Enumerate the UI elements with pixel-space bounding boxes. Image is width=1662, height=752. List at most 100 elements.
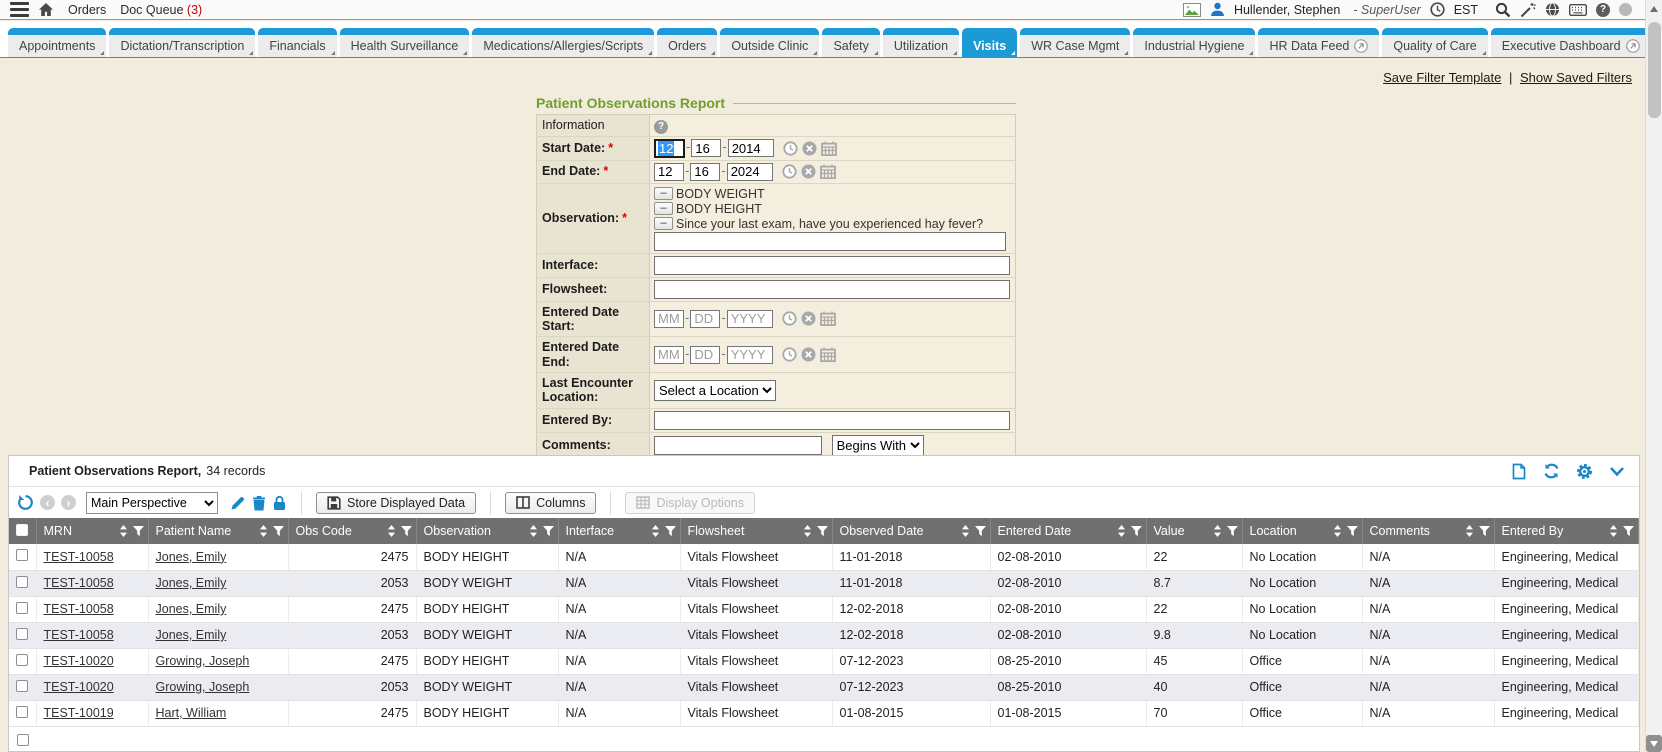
row-checkbox[interactable] bbox=[17, 734, 29, 746]
help-icon[interactable]: ? bbox=[1596, 3, 1610, 17]
patient-name-link[interactable]: Hart, William bbox=[156, 706, 227, 720]
row-checkbox[interactable] bbox=[16, 602, 28, 614]
end-date-month-input[interactable] bbox=[654, 163, 684, 181]
tab-outside-clinic[interactable]: Outside Clinic bbox=[720, 28, 819, 57]
row-checkbox[interactable] bbox=[16, 706, 28, 718]
sort-icon[interactable] bbox=[1333, 525, 1342, 537]
sort-icon[interactable] bbox=[651, 525, 660, 537]
entered-by-input[interactable] bbox=[654, 411, 1010, 430]
sort-icon[interactable] bbox=[961, 525, 970, 537]
mrn-link[interactable]: TEST-10020 bbox=[44, 654, 114, 668]
tab-safety[interactable]: Safety bbox=[822, 28, 879, 57]
tab-financials[interactable]: Financials bbox=[258, 28, 336, 57]
tab-medications-allergies-scripts[interactable]: Medications/Allergies/Scripts bbox=[472, 28, 654, 57]
sort-icon[interactable] bbox=[1609, 525, 1618, 537]
row-checkbox[interactable] bbox=[16, 628, 28, 640]
next-perspective-icon[interactable]: › bbox=[61, 495, 76, 510]
columns-button[interactable]: Columns bbox=[505, 492, 596, 514]
mrn-link[interactable]: TEST-10058 bbox=[44, 628, 114, 642]
scrollbar-thumb[interactable] bbox=[1648, 22, 1661, 118]
home-icon[interactable] bbox=[38, 2, 54, 17]
page-scrollbar[interactable] bbox=[1645, 0, 1662, 752]
filter-icon[interactable] bbox=[543, 526, 554, 537]
mrn-link[interactable]: TEST-10019 bbox=[44, 706, 114, 720]
start-date-month-input[interactable]: 12 bbox=[654, 139, 685, 158]
clear-date-icon[interactable] bbox=[802, 141, 817, 156]
settings-gear-icon[interactable] bbox=[1576, 463, 1593, 480]
start-date-year-input[interactable] bbox=[728, 139, 774, 157]
tab-dictation-transcription[interactable]: Dictation/Transcription bbox=[109, 28, 255, 57]
remove-observation-button[interactable]: – bbox=[654, 217, 673, 230]
previous-perspective-icon[interactable]: ‹ bbox=[40, 495, 55, 510]
patient-name-link[interactable]: Jones, Emily bbox=[156, 602, 227, 616]
entered-date-end-month-input[interactable] bbox=[654, 346, 684, 364]
entered-date-end-year-input[interactable] bbox=[727, 346, 773, 364]
filter-icon[interactable] bbox=[1623, 526, 1634, 537]
time-picker-icon[interactable] bbox=[783, 141, 798, 156]
collapse-chevron-icon[interactable] bbox=[1609, 466, 1625, 477]
entered-date-end-day-input[interactable] bbox=[690, 346, 720, 364]
filter-icon[interactable] bbox=[273, 526, 284, 537]
clear-date-icon[interactable] bbox=[801, 311, 816, 326]
wand-icon[interactable] bbox=[1520, 2, 1536, 18]
reset-view-icon[interactable] bbox=[17, 494, 34, 511]
entered-date-start-year-input[interactable] bbox=[727, 310, 773, 328]
tab-appointments[interactable]: Appointments bbox=[8, 28, 106, 57]
calendar-icon[interactable] bbox=[820, 347, 836, 362]
filter-icon[interactable] bbox=[1131, 526, 1142, 537]
comments-match-select[interactable]: Begins With bbox=[832, 435, 924, 456]
clear-date-icon[interactable] bbox=[801, 347, 816, 362]
lock-perspective-icon[interactable] bbox=[272, 495, 287, 511]
sort-icon[interactable] bbox=[1117, 525, 1126, 537]
sort-icon[interactable] bbox=[803, 525, 812, 537]
tab-quality-of-care[interactable]: Quality of Care bbox=[1382, 28, 1487, 57]
filter-icon[interactable] bbox=[1227, 526, 1238, 537]
entered-date-start-month-input[interactable] bbox=[654, 310, 684, 328]
filter-icon[interactable] bbox=[1479, 526, 1490, 537]
end-date-year-input[interactable] bbox=[727, 163, 773, 181]
observation-search-input[interactable] bbox=[654, 232, 1006, 251]
information-help-icon[interactable]: ? bbox=[654, 120, 668, 134]
mrn-link[interactable]: TEST-10058 bbox=[44, 550, 114, 564]
patient-name-link[interactable]: Jones, Emily bbox=[156, 550, 227, 564]
calendar-icon[interactable] bbox=[821, 141, 837, 156]
new-document-icon[interactable] bbox=[1511, 463, 1527, 480]
row-checkbox[interactable] bbox=[16, 549, 28, 561]
image-icon[interactable] bbox=[1183, 3, 1201, 17]
refresh-icon[interactable] bbox=[1543, 463, 1560, 479]
search-icon[interactable] bbox=[1495, 2, 1511, 18]
delete-perspective-icon[interactable] bbox=[252, 495, 266, 511]
tab-visits[interactable]: Visits bbox=[962, 28, 1017, 57]
topbar-item-doc-queue[interactable]: Doc Queue (3) bbox=[120, 3, 202, 17]
patient-name-link[interactable]: Jones, Emily bbox=[156, 628, 227, 642]
time-picker-icon[interactable] bbox=[782, 164, 797, 179]
filter-icon[interactable] bbox=[665, 526, 676, 537]
sort-icon[interactable] bbox=[387, 525, 396, 537]
sort-icon[interactable] bbox=[1465, 525, 1474, 537]
time-picker-icon[interactable] bbox=[782, 347, 797, 362]
topbar-item-orders[interactable]: Orders bbox=[68, 3, 106, 17]
mrn-link[interactable]: TEST-10058 bbox=[44, 602, 114, 616]
perspective-select[interactable]: Main Perspective bbox=[86, 492, 218, 514]
edit-perspective-icon[interactable] bbox=[230, 495, 246, 511]
presence-indicator-icon[interactable] bbox=[1619, 3, 1632, 16]
store-displayed-data-button[interactable]: Store Displayed Data bbox=[316, 492, 476, 514]
filter-icon[interactable] bbox=[817, 526, 828, 537]
clock-icon[interactable] bbox=[1430, 2, 1445, 17]
tab-executive-dashboard[interactable]: Executive Dashboard bbox=[1491, 28, 1651, 57]
location-select[interactable]: Select a Location bbox=[654, 380, 776, 401]
patient-name-link[interactable]: Growing, Joseph bbox=[156, 654, 250, 668]
end-date-day-input[interactable] bbox=[690, 163, 720, 181]
time-picker-icon[interactable] bbox=[782, 311, 797, 326]
sort-icon[interactable] bbox=[529, 525, 538, 537]
filter-icon[interactable] bbox=[401, 526, 412, 537]
globe-icon[interactable] bbox=[1545, 2, 1560, 17]
remove-observation-button[interactable]: – bbox=[654, 187, 673, 200]
filter-icon[interactable] bbox=[1347, 526, 1358, 537]
sort-icon[interactable] bbox=[119, 525, 128, 537]
tab-utilization[interactable]: Utilization bbox=[883, 28, 959, 57]
mrn-link[interactable]: TEST-10020 bbox=[44, 680, 114, 694]
interface-input[interactable] bbox=[654, 256, 1010, 275]
menu-icon[interactable] bbox=[10, 2, 29, 17]
tab-hr-data-feed[interactable]: HR Data Feed bbox=[1258, 28, 1379, 57]
